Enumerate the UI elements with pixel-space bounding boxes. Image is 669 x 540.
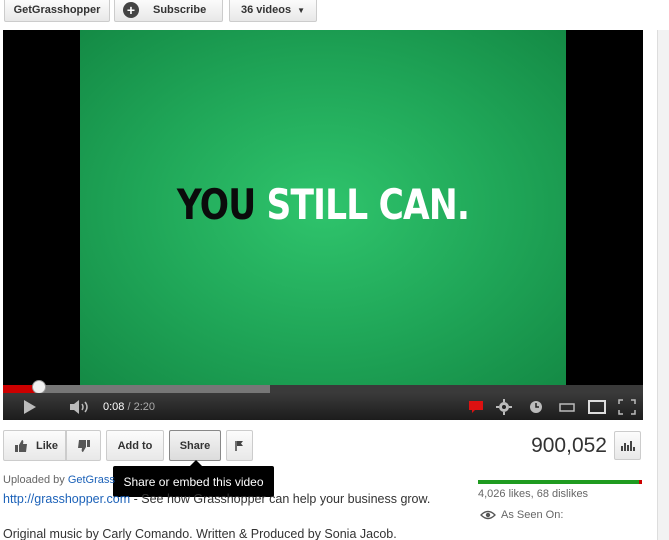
slogan-dark: YOU (176, 180, 256, 229)
speaker-icon (70, 399, 88, 414)
description: http://grasshopper.com - See how Grassho… (3, 492, 430, 506)
stats-button[interactable] (614, 431, 641, 460)
uploader-line: Uploaded by GetGrass (3, 474, 115, 486)
fullscreen-button[interactable] (615, 393, 639, 420)
share-label: Share (179, 439, 211, 452)
video-frame[interactable]: YOU STILL CAN. (80, 30, 566, 386)
as-seen-on-label: As Seen On: (501, 509, 564, 521)
uploaded-by-label: Uploaded by (3, 474, 68, 486)
large-player-button[interactable] (585, 393, 609, 420)
play-icon (24, 399, 36, 414)
plus-icon: + (123, 2, 139, 18)
as-seen-on[interactable]: As Seen On: (480, 509, 563, 521)
caret-down-icon: ▼ (297, 5, 306, 15)
subscribe-button[interactable]: + Subscribe (114, 0, 223, 22)
website-link[interactable]: http://grasshopper.com (3, 492, 130, 506)
video-slogan: YOU STILL CAN. (124, 180, 523, 229)
eye-icon (480, 510, 496, 520)
large-player-icon (588, 399, 606, 414)
volume-button[interactable] (65, 393, 95, 420)
like-button[interactable]: Like (3, 430, 66, 461)
share-button[interactable]: Share (169, 430, 221, 461)
video-player[interactable]: YOU STILL CAN. 0:08 / 2:20 (3, 30, 643, 420)
like-ratio-bar (478, 480, 642, 484)
description-text: - See how Grasshopper can help your busi… (130, 492, 431, 506)
small-player-icon (559, 402, 575, 412)
progress-bar[interactable] (3, 385, 643, 393)
gear-icon (496, 398, 512, 415)
add-to-label: Add to (117, 439, 153, 452)
player-controls: 0:08 / 2:20 (3, 393, 643, 420)
slogan-light: STILL CAN. (266, 180, 470, 229)
current-time: 0:08 (103, 400, 125, 413)
duration: / 2:20 (127, 400, 156, 413)
thumbs-up-icon (15, 439, 27, 452)
settings-button[interactable] (493, 393, 515, 420)
channel-bar: GetGrasshopper + Subscribe 36 videos ▼ (0, 0, 669, 28)
view-count: 900,052 (531, 434, 607, 457)
flag-button[interactable] (226, 430, 253, 461)
page-scrollbar[interactable] (657, 30, 669, 540)
bar-chart-icon (620, 440, 635, 451)
music-credit: Original music by Carly Comando. Written… (3, 527, 397, 540)
likes-dislikes-count: 4,026 likes, 68 dislikes (478, 488, 589, 500)
small-player-button[interactable] (555, 393, 579, 420)
fullscreen-icon (618, 398, 636, 415)
subscribe-label: Subscribe (153, 4, 207, 16)
videos-dropdown[interactable]: 36 videos ▼ (229, 0, 317, 22)
videos-label: 36 videos (240, 4, 292, 16)
dislike-button[interactable] (66, 430, 101, 461)
watch-later-button[interactable] (525, 393, 547, 420)
play-button[interactable] (17, 393, 43, 420)
channel-label: GetGrasshopper (13, 4, 101, 16)
add-to-button[interactable]: Add to (106, 430, 164, 461)
time-display: 0:08 / 2:20 (103, 393, 163, 420)
thumbs-down-icon (77, 439, 90, 452)
like-label: Like (36, 439, 59, 452)
captions-button[interactable] (465, 393, 487, 420)
flag-icon (234, 440, 243, 451)
clock-icon (530, 400, 542, 413)
channel-button[interactable]: GetGrasshopper (4, 0, 110, 22)
like-ratio-fill (478, 480, 640, 484)
captions-icon (469, 400, 483, 413)
uploader-link[interactable]: GetGrass (68, 474, 115, 486)
